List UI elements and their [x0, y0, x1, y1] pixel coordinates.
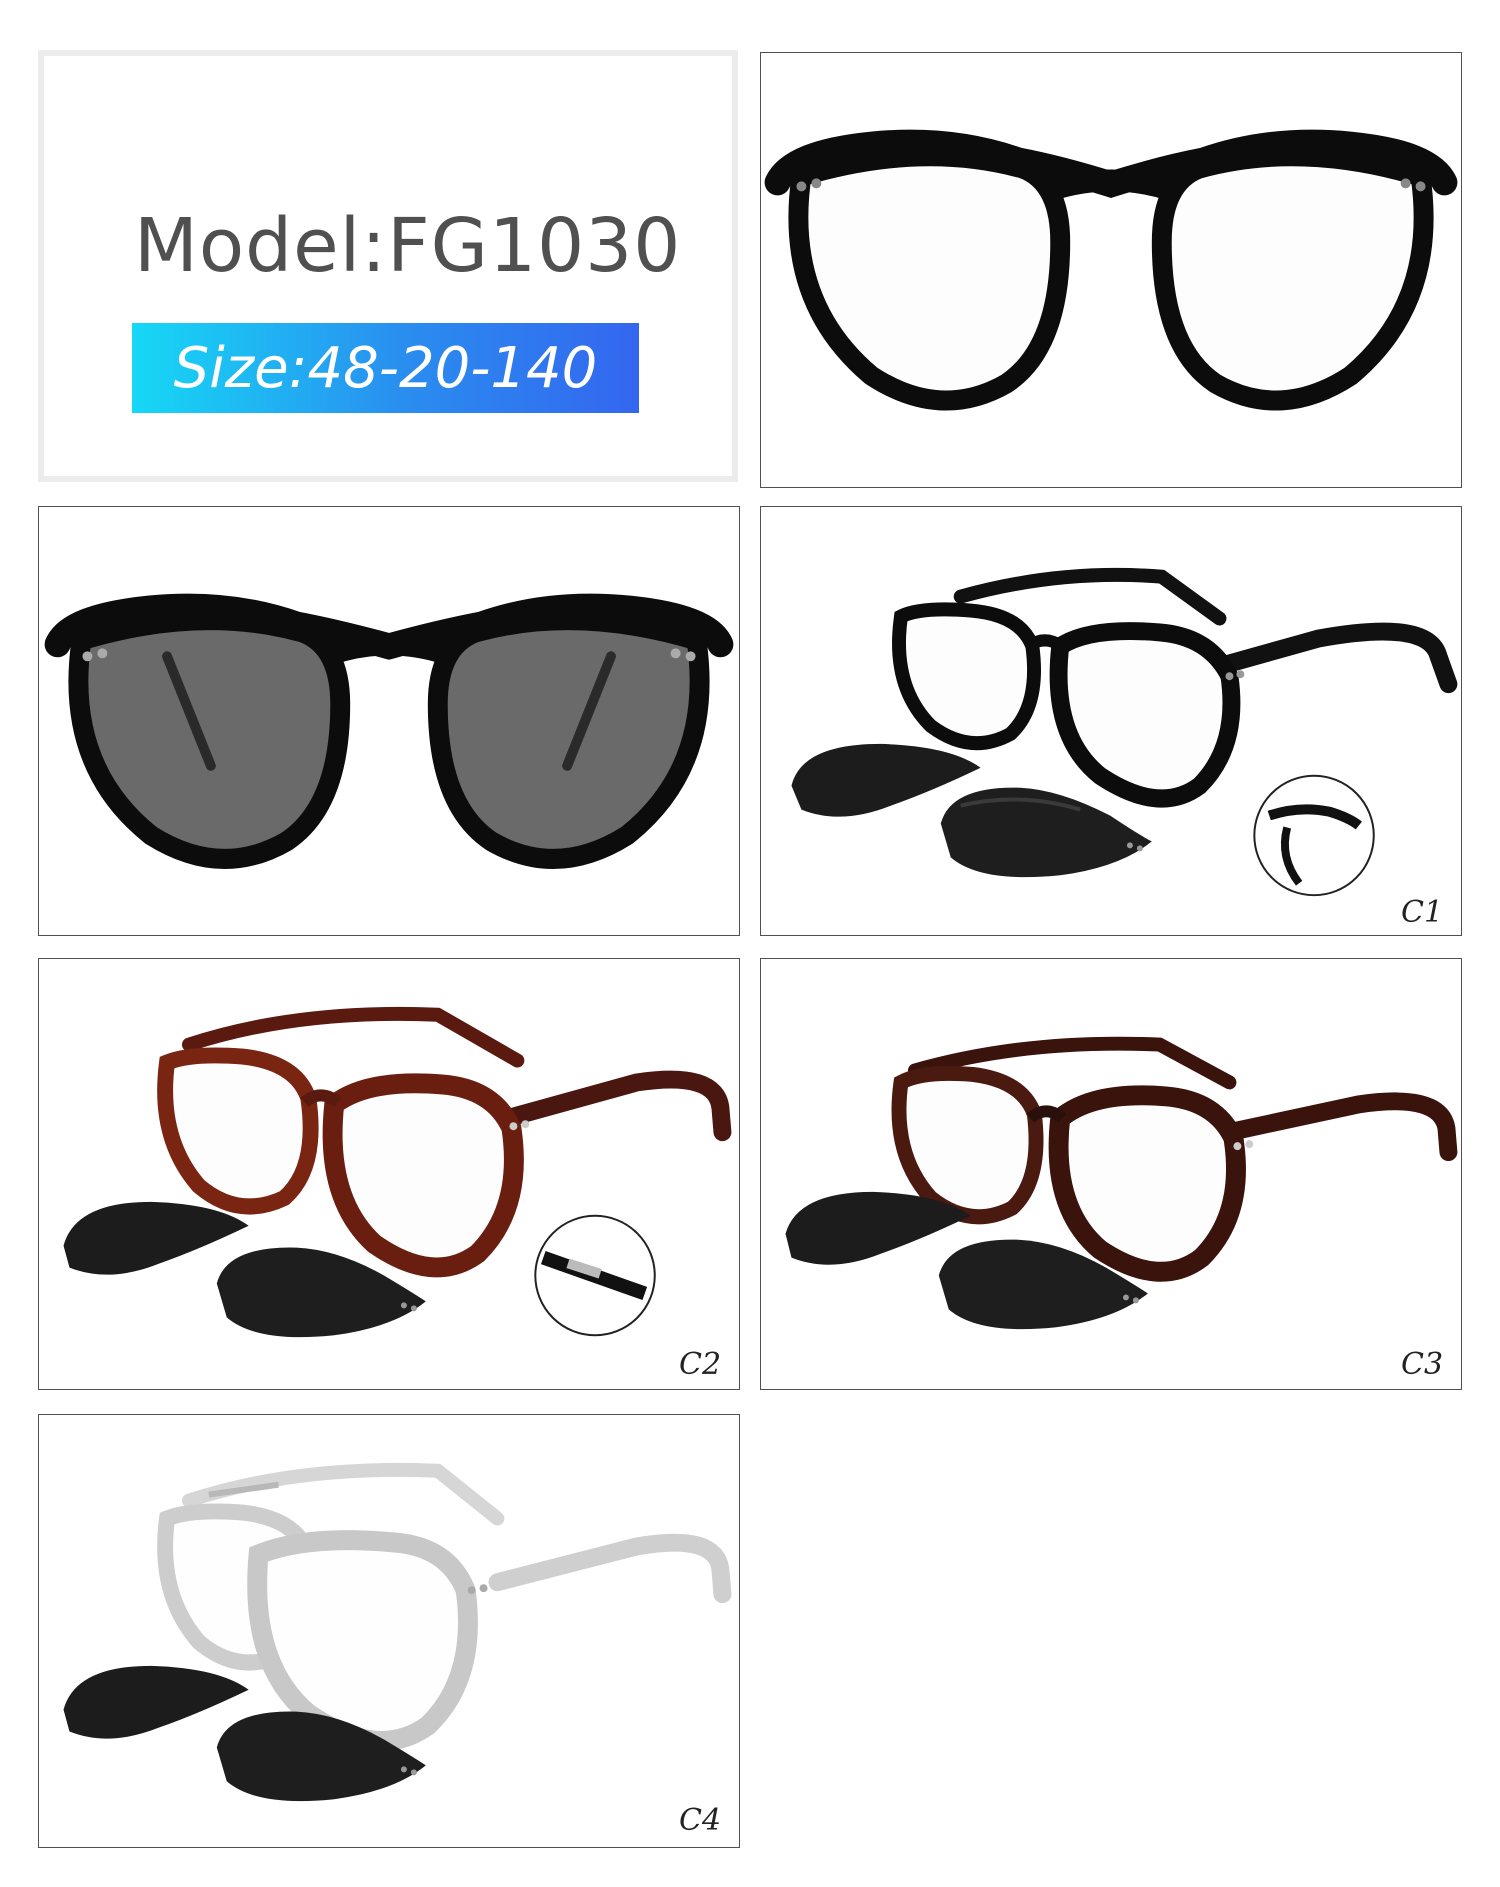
c3-glasses-image: [785, 1036, 1458, 1330]
color-c4-panel: C4: [38, 1414, 740, 1848]
color-c3-panel: C3: [760, 958, 1462, 1390]
front-view-panel: [760, 52, 1462, 488]
size-text: Size:48-20-140: [173, 335, 598, 401]
c4-label: C4: [679, 1803, 722, 1838]
color-c1-panel: C1: [760, 506, 1462, 936]
model-info-card: Model:FG1030 Size:48-20-140: [38, 50, 738, 482]
color-c2-panel: C2: [38, 958, 740, 1390]
c1-glasses-image: [791, 567, 1458, 897]
c1-label: C1: [1401, 895, 1444, 930]
model-title: Model:FG1030: [134, 203, 682, 289]
front-glasses-image: [764, 129, 1458, 411]
clip-on-front-panel: [38, 506, 740, 936]
c2-glasses-image: [63, 1006, 732, 1338]
size-badge: Size:48-20-140: [132, 323, 639, 413]
clip-on-glasses-image: [44, 593, 734, 869]
c3-label: C3: [1401, 1347, 1444, 1382]
c4-glasses-image: [63, 1462, 732, 1802]
c2-label: C2: [679, 1347, 722, 1382]
